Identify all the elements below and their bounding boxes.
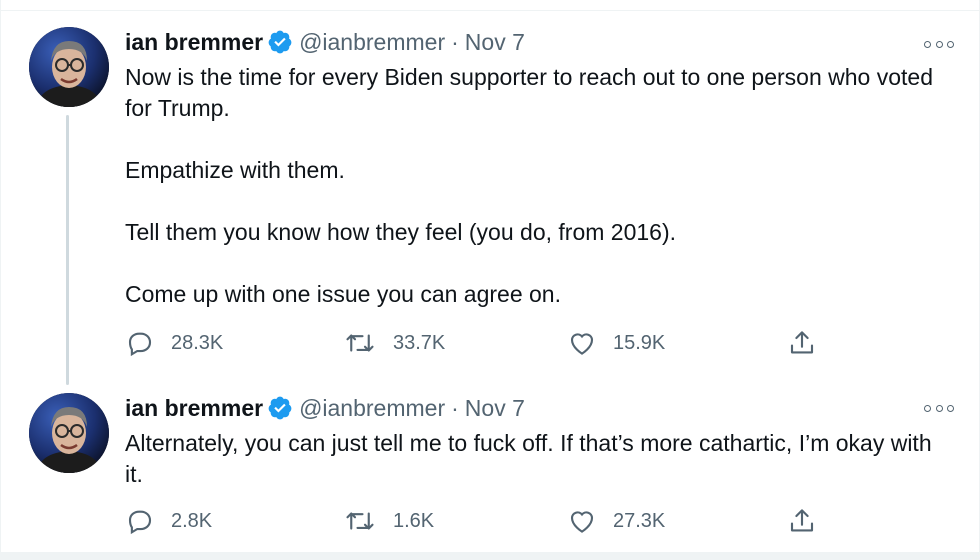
more-options-icon[interactable] <box>924 37 954 51</box>
display-name[interactable]: ian bremmer <box>125 29 263 56</box>
retweet-count: 1.6K <box>393 509 435 532</box>
tweet-header: ian bremmer @ianbremmer · Nov 7 <box>125 27 525 57</box>
tweet-text: Alternately, you can just tell me to fuc… <box>125 428 955 490</box>
tweet[interactable]: ian bremmer @ianbremmer · Nov 7 Alternat… <box>0 382 980 552</box>
share-icon <box>790 509 814 532</box>
tweet-paragraph: Empathize with them. <box>125 157 345 183</box>
avatar[interactable] <box>29 27 109 107</box>
reply-button[interactable]: 2.8K <box>125 506 212 536</box>
tweet-actions: 2.8K 1.6K 27.3K <box>125 506 825 536</box>
retweet-button[interactable]: 33.7K <box>343 328 445 358</box>
tweet-actions: 28.3K 33.7K 15.9K <box>125 328 825 358</box>
reply-icon <box>128 510 152 535</box>
like-count: 27.3K <box>613 509 666 532</box>
share-icon <box>790 331 814 354</box>
reply-icon <box>128 332 152 357</box>
tweet-header: ian bremmer @ianbremmer · Nov 7 <box>125 393 525 423</box>
tweet-paragraph: Now is the time for every Biden supporte… <box>125 64 933 121</box>
thread-connector-line <box>66 115 69 385</box>
separator: · <box>451 394 459 421</box>
tweet-paragraph: Come up with one issue you can agree on. <box>125 281 561 307</box>
avatar[interactable] <box>29 393 109 473</box>
share-button[interactable] <box>787 328 817 358</box>
tweet-date[interactable]: Nov 7 <box>465 395 525 422</box>
verified-badge-icon <box>267 395 293 421</box>
retweet-count: 33.7K <box>393 331 446 354</box>
tweet[interactable]: ian bremmer @ianbremmer · Nov 7 Now is t… <box>0 10 980 385</box>
display-name[interactable]: ian bremmer <box>125 395 263 422</box>
retweet-icon <box>346 512 374 530</box>
share-button[interactable] <box>787 506 817 536</box>
more-options-icon[interactable] <box>924 401 954 415</box>
handle[interactable]: @ianbremmer <box>299 29 445 56</box>
tweet-paragraph: Alternately, you can just tell me to fuc… <box>125 430 932 487</box>
bottom-border <box>0 552 980 560</box>
verified-badge-icon <box>267 29 293 55</box>
like-button[interactable]: 15.9K <box>567 328 665 358</box>
reply-count: 28.3K <box>171 331 224 354</box>
tweet-text: Now is the time for every Biden supporte… <box>125 62 955 310</box>
tweet-paragraph: Tell them you know how they feel (you do… <box>125 219 677 245</box>
like-count: 15.9K <box>613 331 666 354</box>
heart-icon <box>570 333 594 355</box>
like-button[interactable]: 27.3K <box>567 506 665 536</box>
reply-button[interactable]: 28.3K <box>125 328 223 358</box>
retweet-icon <box>346 334 374 352</box>
tweet-date[interactable]: Nov 7 <box>465 29 525 56</box>
handle[interactable]: @ianbremmer <box>299 395 445 422</box>
separator: · <box>451 28 459 55</box>
heart-icon <box>570 511 594 533</box>
reply-count: 2.8K <box>171 509 213 532</box>
retweet-button[interactable]: 1.6K <box>343 506 434 536</box>
